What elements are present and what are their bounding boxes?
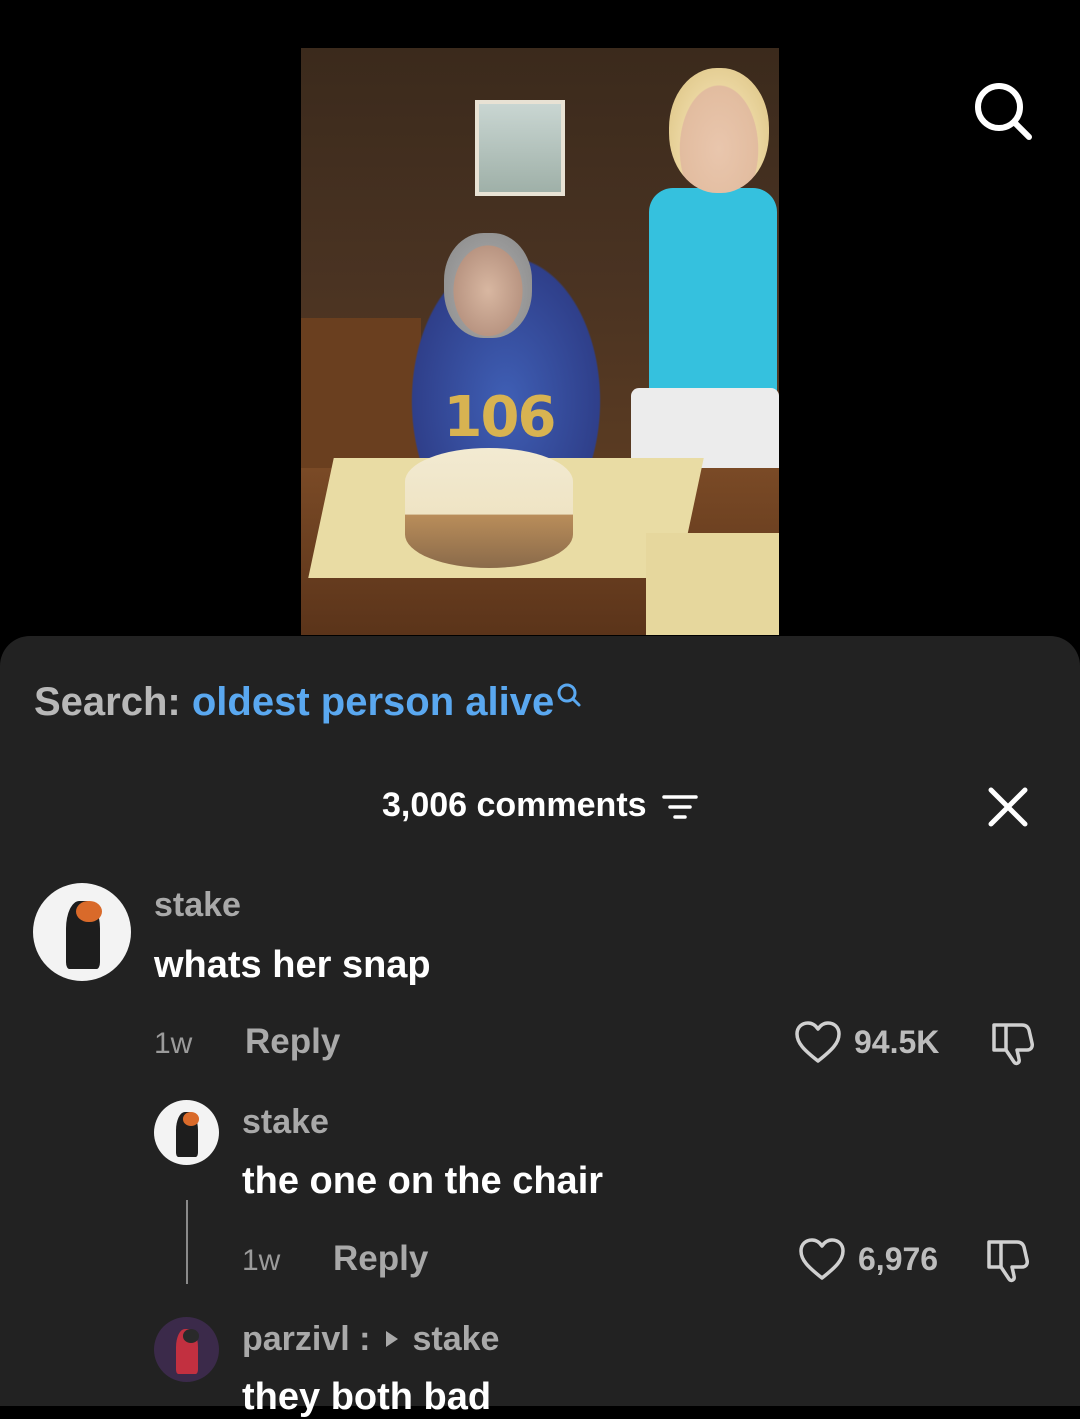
search-suggestion[interactable]: Search: oldest person alive: [34, 680, 582, 725]
dislike-icon[interactable]: [988, 1019, 1038, 1067]
like-count: 6,976: [858, 1241, 939, 1277]
search-small-icon: [557, 683, 581, 707]
search-icon[interactable]: [972, 80, 1034, 142]
comment-time: 1w: [154, 1027, 193, 1060]
comments-sheet: [0, 636, 1080, 1406]
heart-icon[interactable]: [798, 1237, 846, 1281]
close-icon[interactable]: [985, 784, 1031, 830]
comment-username[interactable]: stake: [242, 1103, 329, 1142]
video-girl-shirt: [649, 188, 777, 398]
comment-username[interactable]: stake: [154, 886, 241, 925]
comment-text: whats her snap: [154, 944, 431, 986]
like-count: 94.5K: [854, 1024, 940, 1060]
thread-line: [186, 1200, 188, 1284]
comment-time: 1w: [242, 1244, 281, 1277]
video-candle: 106: [443, 385, 557, 450]
video-girl-head: [669, 68, 769, 193]
comment-text: they both bad: [242, 1376, 492, 1418]
video-frame[interactable]: 106: [301, 48, 779, 635]
video-placemat-2: [646, 533, 779, 635]
search-query-link[interactable]: oldest person alive: [192, 680, 554, 724]
video-cake: [405, 448, 573, 568]
video-window: [475, 100, 565, 196]
comments-count: 3,006 comments: [381, 786, 647, 824]
avatar[interactable]: [154, 1100, 219, 1165]
heart-icon[interactable]: [794, 1020, 842, 1064]
reply-arrow-icon: [386, 1331, 399, 1348]
comment-text: the one on the chair: [242, 1160, 604, 1202]
dislike-icon[interactable]: [983, 1236, 1033, 1284]
search-prefix: Search:: [34, 680, 181, 724]
comment-username[interactable]: parzivl :: [242, 1320, 370, 1358]
reply-button[interactable]: Reply: [333, 1239, 428, 1279]
avatar[interactable]: [154, 1317, 219, 1382]
comment-username-line: parzivl : stake: [242, 1320, 499, 1359]
reply-button[interactable]: Reply: [245, 1022, 340, 1062]
sort-filter-icon[interactable]: [662, 793, 698, 821]
video-grandma-head: [444, 233, 532, 338]
avatar[interactable]: [33, 883, 131, 981]
reply-to-username[interactable]: stake: [412, 1320, 499, 1358]
comments-header: 3,006 comments: [0, 786, 1080, 825]
